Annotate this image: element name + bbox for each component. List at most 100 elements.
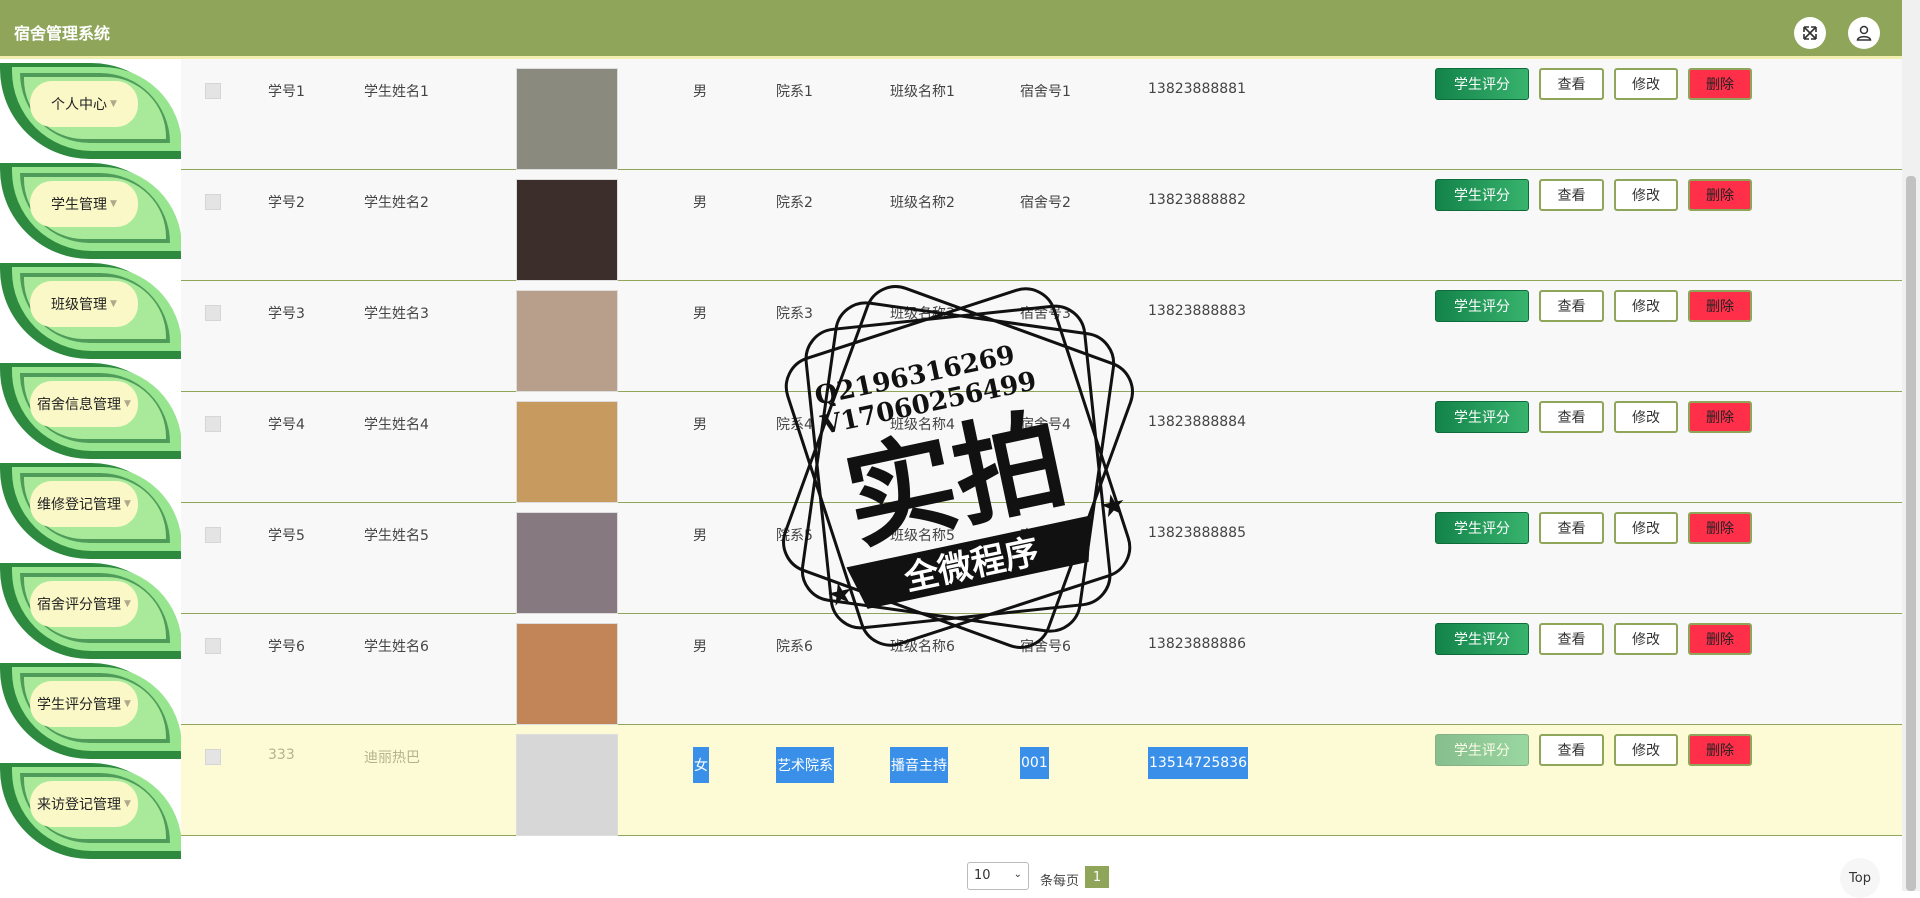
rate-student-button[interactable]: 学生评分 <box>1435 179 1529 211</box>
user-menu-button[interactable] <box>1848 17 1880 49</box>
student-phone: 13514725836 <box>1148 747 1248 779</box>
student-dorm: 001 <box>1020 747 1049 779</box>
student-phone: 13823888886 <box>1148 636 1246 652</box>
delete-button[interactable]: 删除 <box>1688 734 1752 766</box>
table-row[interactable]: 333 迪丽热巴 女 艺术院系 播音主持 001 13514725836 学生评分 查看 修改 删除 <box>181 725 1902 836</box>
student-department: 艺术院系 <box>776 747 834 783</box>
page-button-1[interactable]: 1 <box>1085 866 1109 888</box>
sidebar-item-label: 班级管理 <box>51 297 108 313</box>
student-gender: 男 <box>693 639 707 655</box>
sidebar-item[interactable]: 宿舍信息管理 ▼ <box>0 359 182 459</box>
student-class: 班级名称1 <box>890 84 955 100</box>
view-button[interactable]: 查看 <box>1539 401 1604 433</box>
back-to-top-button[interactable]: Top <box>1840 858 1880 898</box>
student-dorm: 宿舍号2 <box>1020 195 1071 211</box>
delete-button[interactable]: 删除 <box>1688 623 1752 655</box>
sidebar-item-pill: 宿舍评分管理 ▼ <box>30 581 138 627</box>
rate-student-button[interactable]: 学生评分 <box>1435 512 1529 544</box>
sidebar: 个人中心 ▼ 学生管理 ▼ 班级管理 ▼ 宿舍信息管理 ▼ 维修登记管理 ▼ 宿舍评分管理 ▼ 学生评分… <box>0 59 182 891</box>
sidebar-item[interactable]: 学生评分管理 ▼ <box>0 659 182 759</box>
student-gender: 男 <box>693 195 707 211</box>
student-name: 学生姓名1 <box>364 84 429 100</box>
scrollbar-thumb[interactable] <box>1906 176 1916 891</box>
delete-button[interactable]: 删除 <box>1688 290 1752 322</box>
caret-down-icon: ▼ <box>124 499 131 509</box>
student-photo <box>516 512 618 614</box>
delete-button[interactable]: 删除 <box>1688 179 1752 211</box>
student-department: 院系4 <box>776 417 813 433</box>
student-phone: 13823888881 <box>1148 81 1246 97</box>
student-department: 院系3 <box>776 306 813 322</box>
sidebar-item-pill: 班级管理 ▼ <box>30 281 138 327</box>
caret-down-icon: ▼ <box>124 599 131 609</box>
rate-student-button[interactable]: 学生评分 <box>1435 401 1529 433</box>
row-checkbox[interactable] <box>205 83 221 99</box>
rate-student-button[interactable]: 学生评分 <box>1435 734 1529 766</box>
expand-icon <box>1803 26 1817 40</box>
edit-button[interactable]: 修改 <box>1614 401 1678 433</box>
student-id: 333 <box>268 747 295 763</box>
rate-student-button[interactable]: 学生评分 <box>1435 290 1529 322</box>
fullscreen-button[interactable] <box>1794 17 1826 49</box>
edit-button[interactable]: 修改 <box>1614 623 1678 655</box>
sidebar-item-pill: 来访登记管理 ▼ <box>30 781 138 827</box>
table-row[interactable]: 学号6 学生姓名6 男 院系6 班级名称6 宿舍号6 13823888886 学生评分 查看 修改… <box>181 614 1902 725</box>
view-button[interactable]: 查看 <box>1539 512 1604 544</box>
view-button[interactable]: 查看 <box>1539 290 1604 322</box>
edit-button[interactable]: 修改 <box>1614 734 1678 766</box>
student-class: 班级名称2 <box>890 195 955 211</box>
student-class: 班级名称4 <box>890 417 955 433</box>
student-dorm: 宿舍号3 <box>1020 306 1071 322</box>
sidebar-item-pill: 维修登记管理 ▼ <box>30 481 138 527</box>
chevron-down-icon: ⌄ <box>1013 869 1022 880</box>
student-photo <box>516 179 618 281</box>
student-phone: 13823888885 <box>1148 525 1246 541</box>
view-button[interactable]: 查看 <box>1539 734 1604 766</box>
delete-button[interactable]: 删除 <box>1688 68 1752 100</box>
table-row[interactable]: 学号5 学生姓名5 男 院系5 班级名称5 宿舍号5 13823888885 学生评分 查看 修改… <box>181 503 1902 614</box>
sidebar-item[interactable]: 宿舍评分管理 ▼ <box>0 559 182 659</box>
caret-down-icon: ▼ <box>124 699 131 709</box>
row-checkbox[interactable] <box>205 194 221 210</box>
student-phone: 13823888884 <box>1148 414 1246 430</box>
edit-button[interactable]: 修改 <box>1614 512 1678 544</box>
table-row[interactable]: 学号1 学生姓名1 男 院系1 班级名称1 宿舍号1 13823888881 学生评分 查看 修改… <box>181 59 1902 170</box>
sidebar-item-label: 维修登记管理 <box>37 497 122 513</box>
sidebar-item[interactable]: 来访登记管理 ▼ <box>0 759 182 859</box>
student-dorm: 宿舍号4 <box>1020 417 1071 433</box>
sidebar-item-label: 学生管理 <box>51 197 108 213</box>
sidebar-item[interactable]: 个人中心 ▼ <box>0 59 182 159</box>
top-header: 宿舍管理系统 <box>0 0 1902 59</box>
rate-student-button[interactable]: 学生评分 <box>1435 623 1529 655</box>
sidebar-item[interactable]: 学生管理 ▼ <box>0 159 182 259</box>
page-size-value: 10 <box>974 868 991 883</box>
row-checkbox[interactable] <box>205 527 221 543</box>
row-checkbox[interactable] <box>205 749 221 765</box>
edit-button[interactable]: 修改 <box>1614 68 1678 100</box>
rate-student-button[interactable]: 学生评分 <box>1435 68 1529 100</box>
student-dorm: 宿舍号1 <box>1020 84 1071 100</box>
student-gender: 男 <box>693 306 707 322</box>
student-name: 学生姓名4 <box>364 417 429 433</box>
student-department: 院系1 <box>776 84 813 100</box>
student-dorm: 宿舍号5 <box>1020 528 1071 544</box>
student-gender: 女 <box>693 747 709 783</box>
table-row[interactable]: 学号2 学生姓名2 男 院系2 班级名称2 宿舍号2 13823888882 学生评分 查看 修改… <box>181 170 1902 281</box>
table-row[interactable]: 学号3 学生姓名3 男 院系3 班级名称3 宿舍号3 13823888883 学生评分 查看 修改… <box>181 281 1902 392</box>
student-dorm: 宿舍号6 <box>1020 639 1071 655</box>
row-checkbox[interactable] <box>205 638 221 654</box>
delete-button[interactable]: 删除 <box>1688 401 1752 433</box>
table-row[interactable]: 学号4 学生姓名4 男 院系4 班级名称4 宿舍号4 13823888884 学生评分 查看 修改… <box>181 392 1902 503</box>
row-checkbox[interactable] <box>205 305 221 321</box>
view-button[interactable]: 查看 <box>1539 68 1604 100</box>
view-button[interactable]: 查看 <box>1539 623 1604 655</box>
view-button[interactable]: 查看 <box>1539 179 1604 211</box>
page-size-select[interactable]: 10 ⌄ <box>967 862 1029 890</box>
edit-button[interactable]: 修改 <box>1614 179 1678 211</box>
edit-button[interactable]: 修改 <box>1614 290 1678 322</box>
sidebar-item[interactable]: 维修登记管理 ▼ <box>0 459 182 559</box>
delete-button[interactable]: 删除 <box>1688 512 1752 544</box>
sidebar-item[interactable]: 班级管理 ▼ <box>0 259 182 359</box>
row-checkbox[interactable] <box>205 416 221 432</box>
student-gender: 男 <box>693 84 707 100</box>
